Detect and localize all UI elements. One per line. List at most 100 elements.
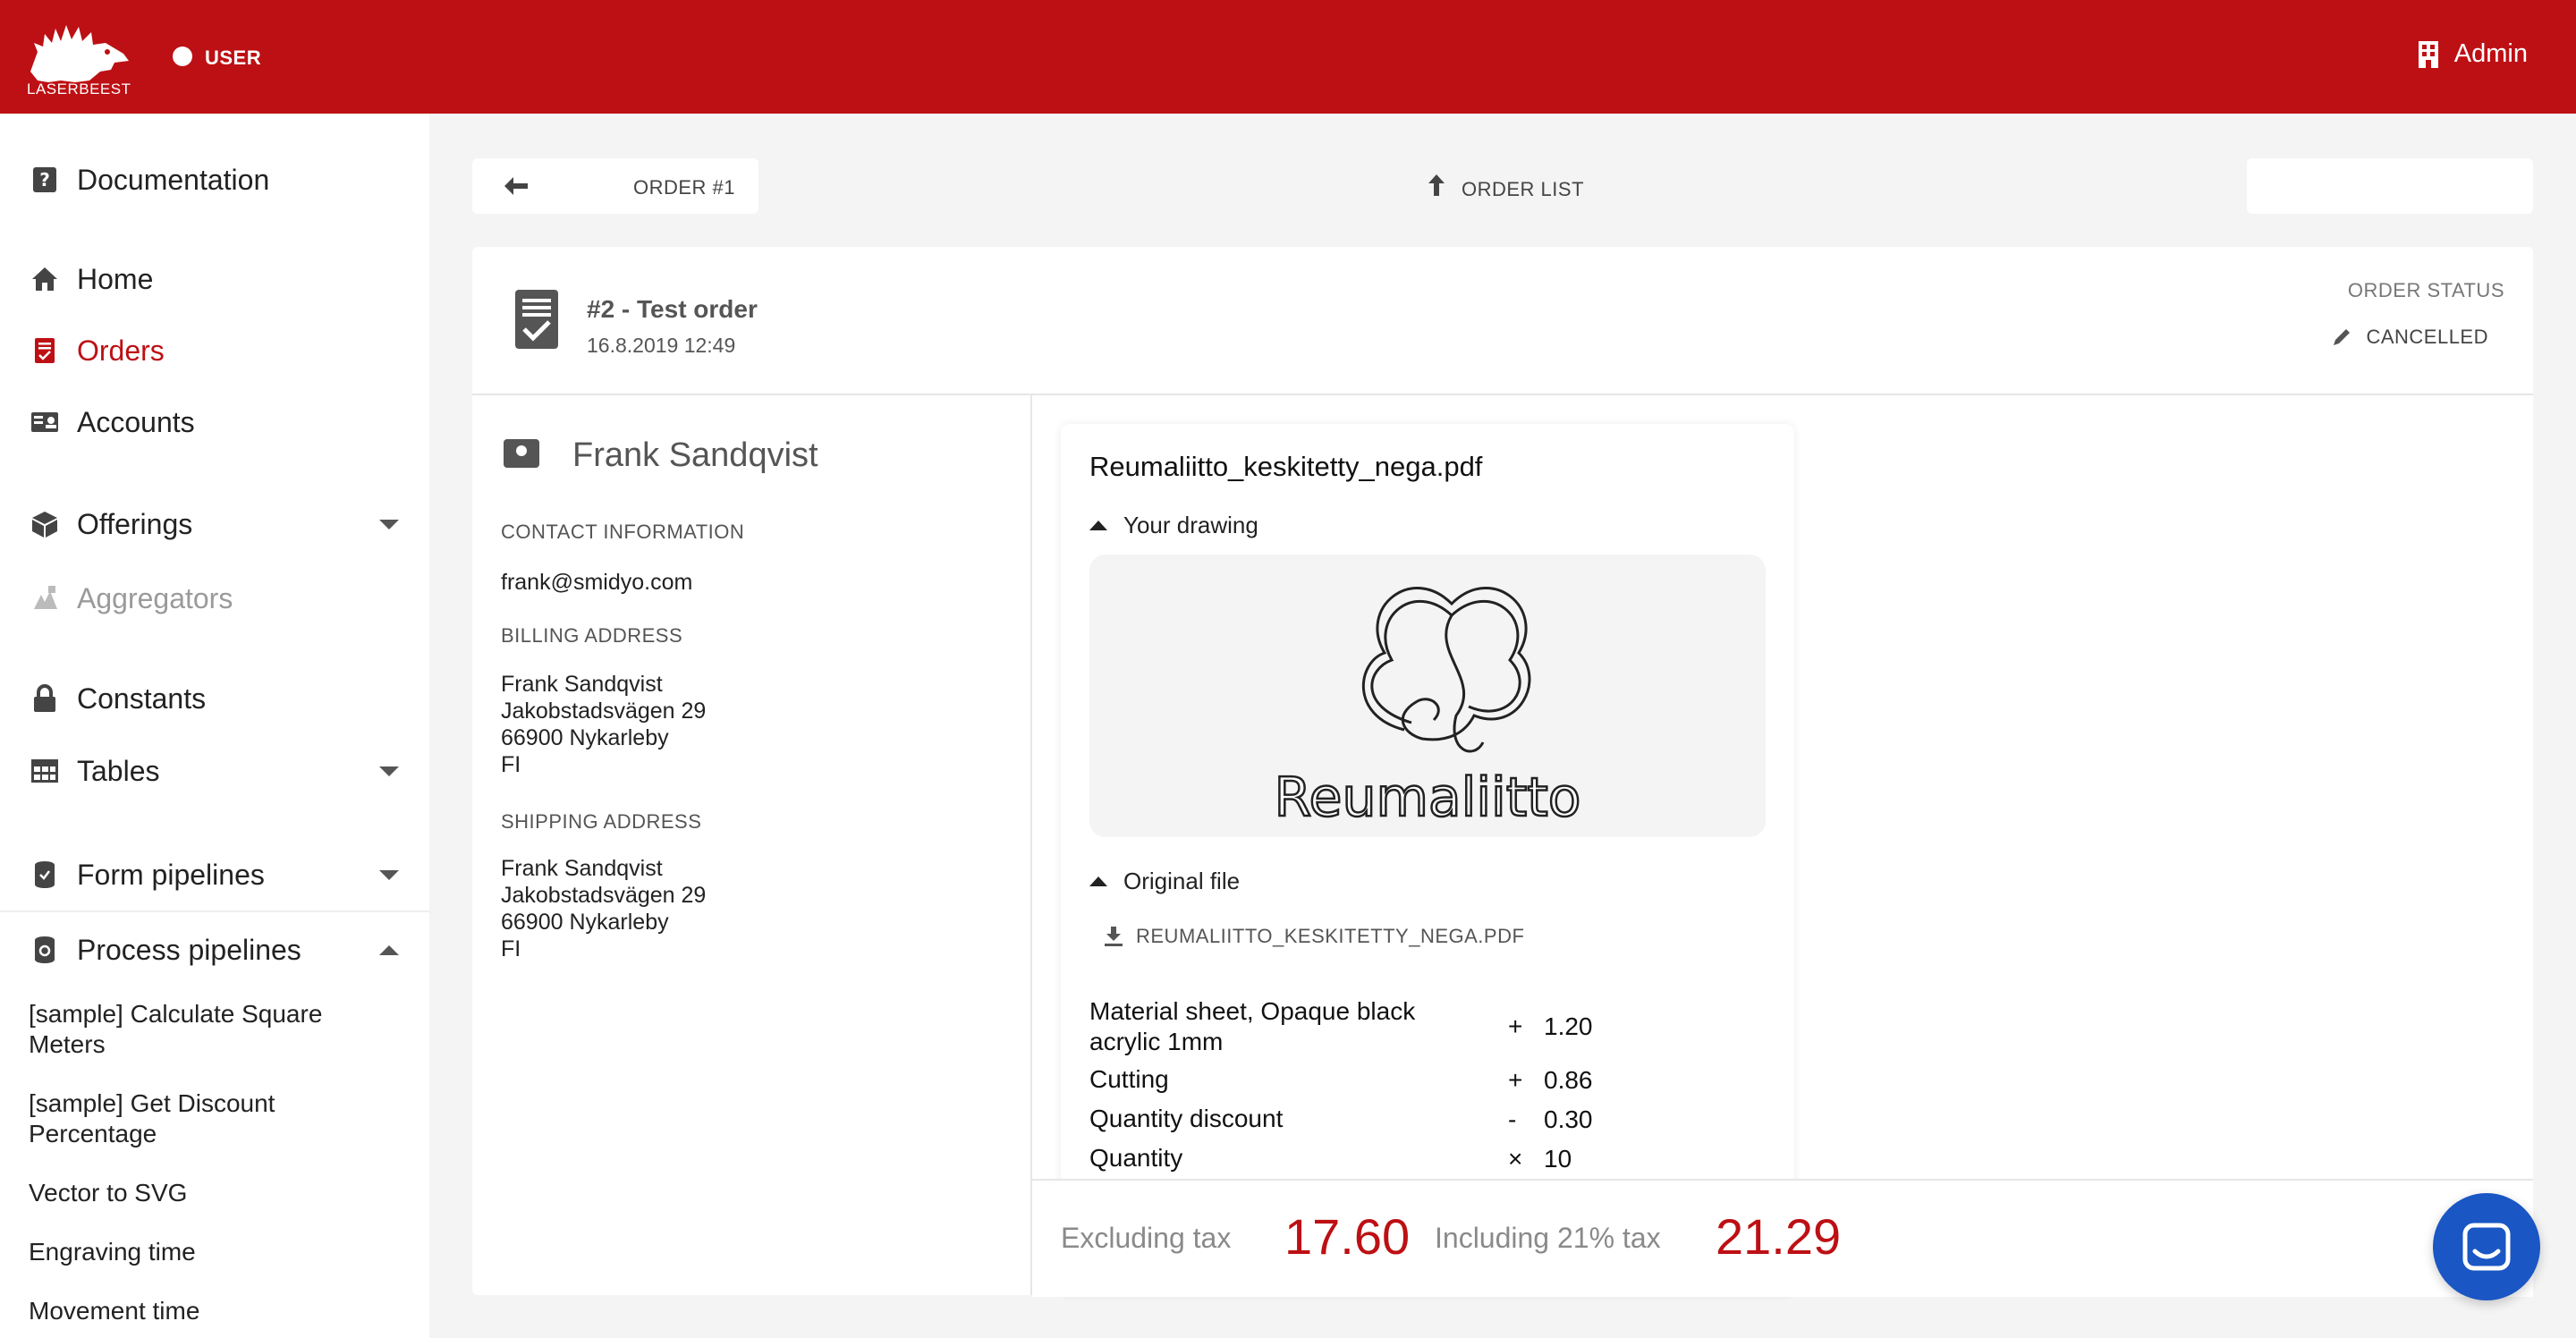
including-tax-value: 21.29 <box>1716 1208 1842 1265</box>
original-file-label: Original file <box>1123 868 1241 894</box>
shipping-street: Jakobstadsvägen 29 <box>501 883 707 908</box>
home-icon <box>30 265 59 293</box>
sidebar-item-aggregators[interactable]: Aggregators <box>0 576 429 621</box>
totals-bar: Excluding tax 17.60 Including 21% tax 21… <box>1032 1179 2533 1297</box>
sidebar-item-tables[interactable]: Tables <box>0 749 429 793</box>
price-row-operator: × <box>1508 1145 1523 1173</box>
orders-icon <box>30 336 59 365</box>
sidebar-item-accounts[interactable]: Accounts <box>0 400 429 445</box>
excluding-tax-label: Excluding tax <box>1061 1222 1232 1254</box>
sidebar-item-constants[interactable]: Constants <box>0 676 429 721</box>
billing-name: Frank Sandqvist <box>501 672 663 697</box>
shipping-country: FI <box>501 936 521 961</box>
order-status-selector[interactable]: CANCELLED <box>2332 326 2488 349</box>
file-card: Reumaliitto_keskitetty_nega.pdf Your dra… <box>1061 424 1794 1295</box>
chevron-down-icon[interactable] <box>379 519 399 529</box>
sidebar-divider <box>0 910 429 912</box>
sidebar-item-label: Constants <box>77 682 207 715</box>
chevron-down-icon[interactable] <box>379 869 399 880</box>
logo-text: LASERBEEST <box>27 80 131 97</box>
including-tax-label: Including 21% tax <box>1435 1222 1661 1254</box>
price-row-operator: + <box>1508 1012 1523 1040</box>
chevron-up-icon <box>1089 521 1107 530</box>
sidebar-item-orders[interactable]: Orders <box>0 328 429 373</box>
admin-label: Admin <box>2453 39 2528 68</box>
arrow-left-icon <box>504 177 528 195</box>
sidebar-item-label: Home <box>77 262 154 295</box>
sidebar-subitem-movement-time[interactable]: Movement time <box>29 1296 404 1326</box>
chat-launcher-button[interactable] <box>2433 1193 2540 1300</box>
price-row-operator: + <box>1508 1066 1523 1094</box>
original-file-toggle[interactable]: Original file <box>1089 868 1240 895</box>
previous-order-button[interactable]: ORDER #1 <box>472 158 758 214</box>
pencil-icon <box>2334 329 2351 345</box>
sidebar-subitem-vector-to-svg[interactable]: Vector to SVG <box>29 1178 404 1208</box>
sidebar-subitem-calc-square-meters[interactable]: [sample] Calculate Square Meters <box>29 999 404 1060</box>
shipping-address-label: SHIPPING ADDRESS <box>501 810 702 833</box>
billing-address: Frank Sandqvist Jakobstadsvägen 29 66900… <box>501 671 706 778</box>
order-status-value: CANCELLED <box>2366 326 2488 348</box>
order-status-label: ORDER STATUS <box>2347 279 2504 301</box>
chat-icon <box>2462 1223 2511 1271</box>
order-title: #2 - Test order <box>587 295 758 323</box>
cylinder-icon <box>30 860 59 889</box>
sidebar-item-label: Form pipelines <box>77 858 265 891</box>
your-drawing-toggle[interactable]: Your drawing <box>1089 512 1258 539</box>
box-icon <box>30 510 59 538</box>
previous-order-label: ORDER #1 <box>633 176 736 199</box>
customer-avatar-icon <box>504 439 539 468</box>
price-row-value: 0.30 <box>1544 1105 1593 1133</box>
sidebar: ? Documentation Home Orders Accounts Off… <box>0 114 429 1338</box>
order-document-icon <box>515 290 558 349</box>
cylinder-gear-icon <box>30 936 59 964</box>
order-list-label: ORDER LIST <box>1462 178 1585 200</box>
customer-name: Frank Sandqvist <box>572 436 818 474</box>
table-icon <box>30 757 59 785</box>
sidebar-item-label: Tables <box>77 754 160 787</box>
price-row-value: 1.20 <box>1544 1012 1593 1040</box>
drawing-preview-text: Reumaliitto <box>1275 766 1581 829</box>
sidebar-item-offerings[interactable]: Offerings <box>0 502 429 546</box>
billing-country: FI <box>501 752 521 777</box>
file-name: Reumaliitto_keskitetty_nega.pdf <box>1089 451 1483 482</box>
aggregators-icon <box>30 584 59 613</box>
toolbar-right-panel <box>2247 158 2533 214</box>
sidebar-item-process-pipelines[interactable]: Process pipelines <box>0 927 429 972</box>
chevron-up-icon[interactable] <box>379 944 399 955</box>
admin-menu[interactable]: Admin <box>2418 39 2528 69</box>
svg-text:?: ? <box>39 169 50 191</box>
contact-info-label: CONTACT INFORMATION <box>501 521 745 543</box>
shipping-city: 66900 Nykarleby <box>501 910 669 935</box>
download-icon <box>1105 927 1123 946</box>
top-bar: LASERBEEST USER Admin <box>0 0 2576 114</box>
price-row-value: 10 <box>1544 1145 1572 1173</box>
chevron-down-icon[interactable] <box>379 766 399 776</box>
sidebar-item-label: Accounts <box>77 405 195 438</box>
billing-city: 66900 Nykarleby <box>501 725 669 750</box>
sidebar-item-home[interactable]: Home <box>0 257 429 301</box>
download-file-link[interactable]: REUMALIITTO_KESKITETTY_NEGA.PDF <box>1104 925 1524 948</box>
sidebar-item-documentation[interactable]: ? Documentation <box>0 157 429 202</box>
shipping-name: Frank Sandqvist <box>501 856 663 881</box>
user-status-dot <box>173 47 192 66</box>
question-icon: ? <box>30 165 59 194</box>
order-list-button[interactable]: ORDER LIST <box>1428 172 1589 204</box>
sidebar-item-form-pipelines[interactable]: Form pipelines <box>0 852 429 897</box>
id-card-icon <box>30 408 59 436</box>
download-file-name: REUMALIITTO_KESKITETTY_NEGA.PDF <box>1136 925 1525 947</box>
sidebar-subitem-discount-percentage[interactable]: [sample] Get Discount Percentage <box>29 1088 404 1149</box>
billing-address-label: BILLING ADDRESS <box>501 624 683 647</box>
sidebar-item-label: Offerings <box>77 507 193 540</box>
building-icon <box>2418 40 2438 68</box>
price-row-name: Quantity discount <box>1089 1105 1284 1132</box>
order-header: #2 - Test order 16.8.2019 12:49 ORDER ST… <box>472 247 2533 395</box>
sidebar-subitem-engraving-time[interactable]: Engraving time <box>29 1237 404 1267</box>
drawing-preview-image: Reumaliitto <box>1273 586 1582 830</box>
billing-street: Jakobstadsvägen 29 <box>501 699 707 724</box>
customer-email[interactable]: frank@smidyo.com <box>501 569 692 596</box>
user-label[interactable]: USER <box>205 47 261 70</box>
sidebar-item-label: Orders <box>77 334 165 367</box>
sidebar-item-label: Process pipelines <box>77 933 301 966</box>
price-row-operator: - <box>1508 1105 1517 1133</box>
excluding-tax-value: 17.60 <box>1284 1208 1411 1265</box>
